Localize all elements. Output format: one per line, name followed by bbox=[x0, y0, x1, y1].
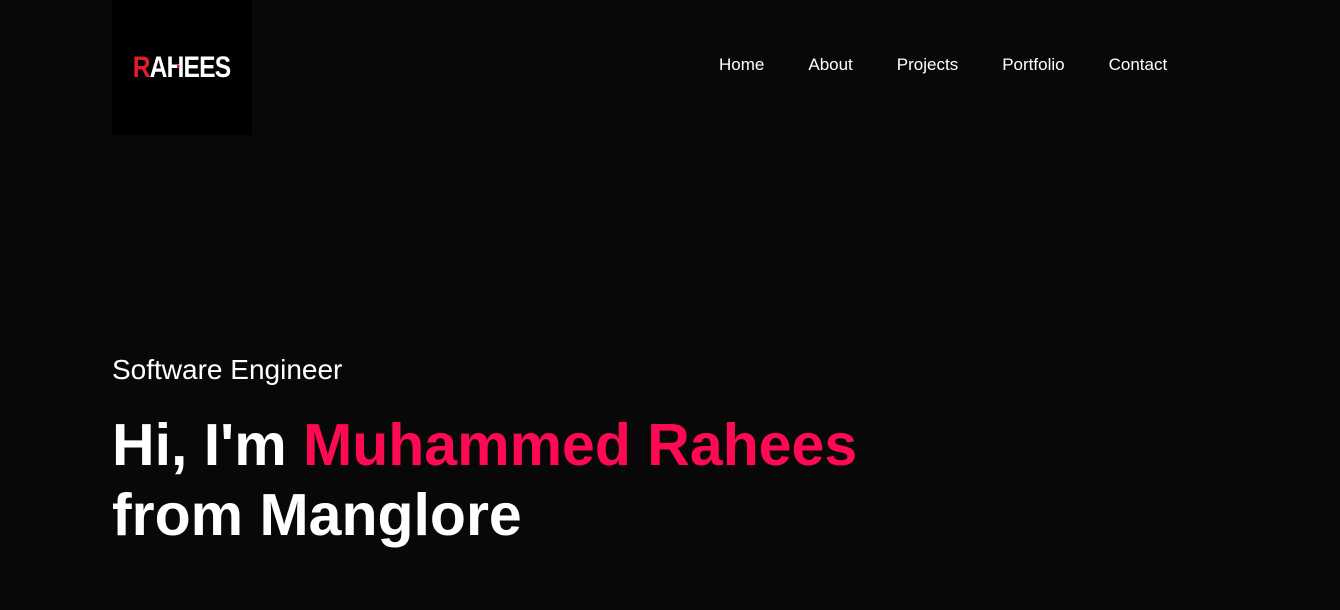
nav-home-link[interactable]: Home bbox=[719, 54, 764, 76]
hero-location: from Manglore bbox=[112, 482, 522, 548]
site-logo[interactable]: R AHEES bbox=[133, 53, 231, 83]
main-nav: Home About Projects Portfolio Contact bbox=[719, 54, 1167, 76]
logo-rest-label: AHEES bbox=[150, 51, 231, 84]
hero-name: Muhammed Rahees bbox=[303, 412, 858, 478]
logo-rest-text: AHEES bbox=[150, 53, 231, 83]
hero-role: Software Engineer bbox=[112, 354, 343, 385]
nav-contact-link[interactable]: Contact bbox=[1109, 54, 1168, 76]
hero-greeting: Hi, I'm bbox=[112, 412, 304, 478]
logo-container[interactable]: R AHEES bbox=[112, 0, 252, 135]
nav-projects-link[interactable]: Projects bbox=[897, 54, 958, 76]
nav-about-link[interactable]: About bbox=[808, 54, 852, 76]
nav-portfolio-link[interactable]: Portfolio bbox=[1002, 54, 1064, 76]
hero-headline: Hi, I'm Muhammed Rahees from Manglore bbox=[112, 410, 857, 550]
logo-first-letter: R bbox=[133, 51, 151, 84]
